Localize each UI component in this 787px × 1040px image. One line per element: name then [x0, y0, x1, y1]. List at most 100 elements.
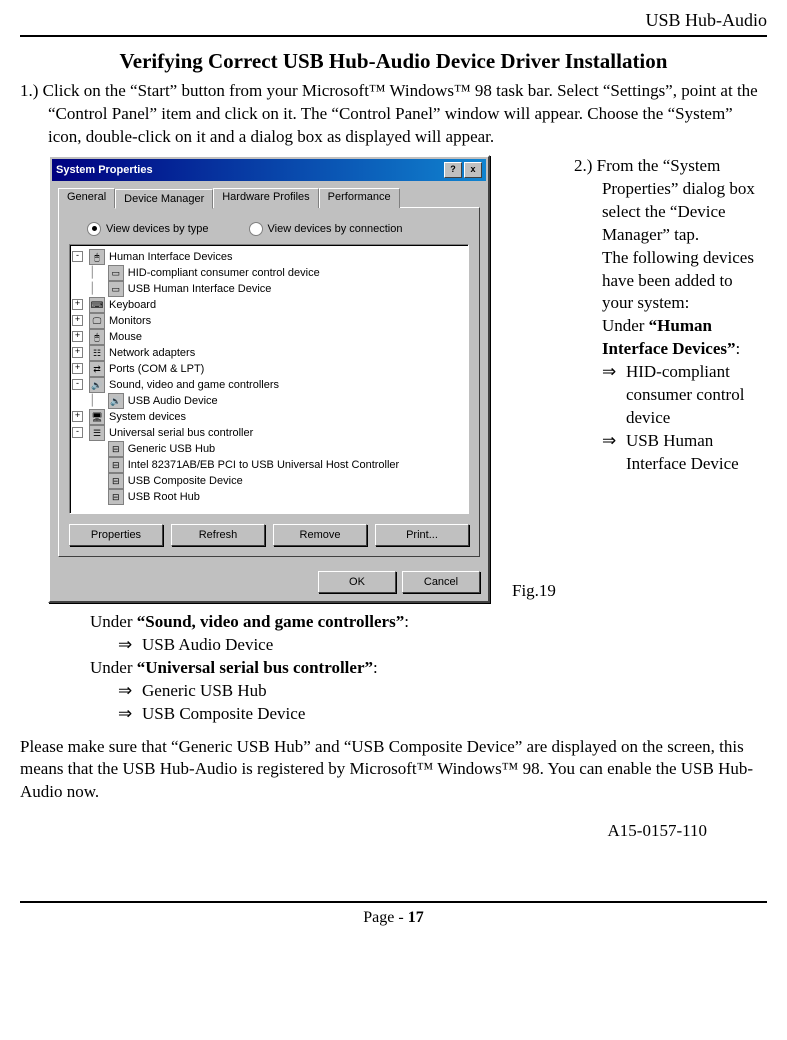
titlebar-text: System Properties: [56, 164, 153, 176]
properties-button[interactable]: Properties: [69, 524, 163, 546]
document-number: A15-0157-110: [20, 821, 767, 841]
arrow-icon: ⇒: [118, 703, 142, 726]
under-svg-bold: “Sound, video and game controllers”: [137, 612, 404, 631]
tree-sys[interactable]: System devices: [109, 409, 186, 425]
page-number: Page - 17: [20, 909, 767, 927]
collapse-icon[interactable]: -: [72, 427, 83, 438]
device-icon: ⊟: [108, 489, 124, 505]
tree-mouse[interactable]: Mouse: [109, 329, 142, 345]
expand-icon[interactable]: +: [72, 315, 83, 326]
ok-button[interactable]: OK: [318, 571, 396, 593]
sound-icon: 🔊: [89, 377, 105, 393]
colon: :: [373, 658, 378, 677]
expand-icon[interactable]: +: [72, 363, 83, 374]
divider-top: [20, 35, 767, 37]
hid-item-2: USB Human Interface Device: [626, 430, 767, 476]
radio-by-connection[interactable]: View devices by connection: [249, 222, 403, 236]
under-svg-pre: Under: [90, 612, 137, 631]
tree-usb1[interactable]: Generic USB Hub: [128, 441, 215, 457]
radio-dot-icon: [249, 222, 263, 236]
step-1: 1.) Click on the “Start” button from you…: [20, 80, 767, 149]
tree-kb[interactable]: Keyboard: [109, 297, 156, 313]
system-properties-dialog: System Properties ? x General Device Man…: [48, 155, 490, 603]
collapse-icon[interactable]: -: [72, 379, 83, 390]
under-hid-colon: :: [736, 339, 741, 358]
device-tree[interactable]: -🖱Human Interface Devices │ ▭HID-complia…: [69, 244, 469, 514]
monitor-icon: 🖵: [89, 313, 105, 329]
usb-item-1: Generic USB Hub: [142, 680, 267, 703]
tree-mon[interactable]: Monitors: [109, 313, 151, 329]
radio-by-type-label: View devices by type: [106, 223, 209, 235]
tree-ports[interactable]: Ports (COM & LPT): [109, 361, 204, 377]
usb-item-2: USB Composite Device: [142, 703, 305, 726]
tree-usb4[interactable]: USB Root Hub: [128, 489, 200, 505]
radio-by-type[interactable]: View devices by type: [87, 222, 209, 236]
under-usb-pre: Under: [90, 658, 137, 677]
step-2-l1: From the “System Properties” dialog box …: [597, 156, 755, 244]
network-icon: ☷: [89, 345, 105, 361]
radio-dot-icon: [87, 222, 101, 236]
figure-caption: Fig.19: [512, 581, 556, 603]
page-label-num: 17: [408, 909, 424, 926]
arrow-icon: ⇒: [602, 361, 626, 430]
tab-general[interactable]: General: [58, 188, 115, 208]
step-1-text: Click on the “Start” button from your Mi…: [43, 81, 758, 146]
header-product: USB Hub-Audio: [20, 10, 767, 31]
tree-hid1[interactable]: HID-compliant consumer control device: [128, 265, 320, 281]
tree-usb3[interactable]: USB Composite Device: [128, 473, 243, 489]
continued-lists: Under “Sound, video and game controllers…: [20, 611, 767, 726]
divider-bottom: [20, 901, 767, 903]
titlebar: System Properties ? x: [52, 159, 486, 181]
cancel-button[interactable]: Cancel: [402, 571, 480, 593]
tab-performance[interactable]: Performance: [319, 188, 400, 208]
device-icon: ▭: [108, 281, 124, 297]
tab-panel: View devices by type View devices by con…: [58, 207, 480, 557]
system-icon: 🖥: [89, 409, 105, 425]
tree-svg[interactable]: Sound, video and game controllers: [109, 377, 279, 393]
keyboard-icon: ⌨: [89, 297, 105, 313]
tree-svg1[interactable]: USB Audio Device: [128, 393, 218, 409]
expand-icon[interactable]: +: [72, 299, 83, 310]
tab-hardware-profiles[interactable]: Hardware Profiles: [213, 188, 318, 208]
tree-net[interactable]: Network adapters: [109, 345, 195, 361]
device-icon: ⊟: [108, 457, 124, 473]
page-label-pre: Page -: [363, 909, 407, 926]
arrow-icon: ⇒: [118, 680, 142, 703]
print-button[interactable]: Print...: [375, 524, 469, 546]
collapse-icon[interactable]: -: [72, 251, 83, 262]
tabs: General Device Manager Hardware Profiles…: [52, 181, 486, 207]
step-2-l2: The following devices have been added to…: [574, 247, 767, 316]
mouse-icon: 🖱: [89, 329, 105, 345]
usb-icon: ☰: [89, 425, 105, 441]
hid-icon: 🖱: [89, 249, 105, 265]
device-icon: 🔊: [108, 393, 124, 409]
under-hid-pre: Under: [602, 316, 649, 335]
tree-hid2[interactable]: USB Human Interface Device: [128, 281, 272, 297]
expand-icon[interactable]: +: [72, 411, 83, 422]
step-2: 2.) From the “System Properties” dialog …: [574, 155, 767, 476]
arrow-icon: ⇒: [602, 430, 626, 476]
help-icon[interactable]: ?: [444, 162, 462, 178]
colon: :: [404, 612, 409, 631]
footer-paragraph: Please make sure that “Generic USB Hub” …: [20, 736, 767, 805]
device-icon: ▭: [108, 265, 124, 281]
radio-by-connection-label: View devices by connection: [268, 223, 403, 235]
tab-device-manager[interactable]: Device Manager: [115, 189, 213, 209]
tree-hid[interactable]: Human Interface Devices: [109, 249, 233, 265]
expand-icon[interactable]: +: [72, 347, 83, 358]
remove-button[interactable]: Remove: [273, 524, 367, 546]
device-icon: ⊟: [108, 441, 124, 457]
arrow-icon: ⇒: [118, 634, 142, 657]
ports-icon: ⇄: [89, 361, 105, 377]
under-usb-bold: “Universal serial bus controller”: [137, 658, 373, 677]
section-title: Verifying Correct USB Hub-Audio Device D…: [20, 49, 767, 74]
refresh-button[interactable]: Refresh: [171, 524, 265, 546]
close-icon[interactable]: x: [464, 162, 482, 178]
expand-icon[interactable]: +: [72, 331, 83, 342]
device-icon: ⊟: [108, 473, 124, 489]
step-1-num: 1.): [20, 81, 38, 100]
step-2-num: 2.): [574, 156, 592, 175]
tree-usb[interactable]: Universal serial bus controller: [109, 425, 253, 441]
hid-item-1: HID-compliant consumer control device: [626, 361, 767, 430]
tree-usb2[interactable]: Intel 82371AB/EB PCI to USB Universal Ho…: [128, 457, 399, 473]
